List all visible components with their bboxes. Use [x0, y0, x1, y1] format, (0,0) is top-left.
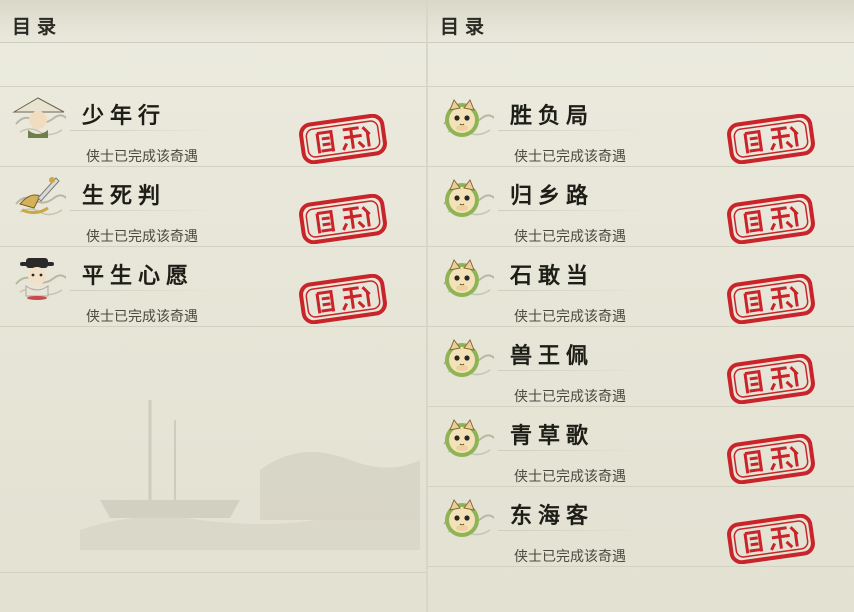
- left-panel-title: 目录: [12, 16, 63, 38]
- completed-stamp-icon: [298, 194, 388, 244]
- entry-name: 石敢当: [510, 263, 595, 289]
- completed-stamp-icon: [726, 514, 816, 564]
- completed-stamp-icon: [298, 274, 388, 324]
- right-directory-panel: 目录 胜负局 侠士已完成该奇遇 归乡路 侠士已完成该奇遇 石敢当 侠士已完成该奇…: [428, 0, 854, 612]
- entry-name: 生死判: [82, 183, 167, 209]
- entry-name: 平生心愿: [82, 263, 195, 289]
- ink-boat-scenery: [80, 400, 420, 550]
- gold-sword-icon: [15, 177, 66, 216]
- entry-status: 侠士已完成该奇遇: [514, 149, 626, 165]
- entry-status: 侠士已完成该奇遇: [86, 149, 198, 165]
- entry-name: 青草歌: [510, 423, 595, 449]
- entry-status: 侠士已完成该奇遇: [514, 389, 626, 405]
- cat-icon: [440, 174, 494, 220]
- entry-status: 侠士已完成该奇遇: [514, 229, 626, 245]
- completed-stamp-icon: [726, 274, 816, 324]
- entry-status: 侠士已完成该奇遇: [514, 469, 626, 485]
- list-item[interactable]: 归乡路 侠士已完成该奇遇: [428, 166, 854, 246]
- list-item[interactable]: 石敢当 侠士已完成该奇遇: [428, 246, 854, 326]
- entry-status: 侠士已完成该奇遇: [86, 309, 198, 325]
- official-figure-icon: [15, 258, 66, 300]
- list-item[interactable]: 少年行 侠士已完成该奇遇: [0, 86, 426, 166]
- left-panel-header: 目录: [0, 0, 426, 43]
- left-directory-panel: 目录 少年行 侠士已完成该奇遇 生死判 侠士已完成该奇遇 平生心愿 侠士已完成该…: [0, 0, 426, 612]
- cat-icon: [440, 94, 494, 140]
- right-panel-header: 目录: [428, 0, 854, 43]
- list-item[interactable]: 青草歌 侠士已完成该奇遇: [428, 406, 854, 486]
- right-panel-title: 目录: [440, 16, 491, 38]
- divider: [428, 566, 854, 567]
- entry-name: 兽王佩: [510, 343, 595, 369]
- divider: [0, 572, 426, 573]
- list-item[interactable]: 东海客 侠士已完成该奇遇: [428, 486, 854, 566]
- list-item[interactable]: 胜负局 侠士已完成该奇遇: [428, 86, 854, 166]
- completed-stamp-icon: [726, 434, 816, 484]
- entry-status: 侠士已完成该奇遇: [86, 229, 198, 245]
- cat-icon: [440, 494, 494, 540]
- list-item[interactable]: 兽王佩 侠士已完成该奇遇: [428, 326, 854, 406]
- scholar-hat-icon: [12, 97, 66, 138]
- completed-stamp-icon: [298, 114, 388, 164]
- entry-name: 少年行: [82, 103, 167, 129]
- entry-status: 侠士已完成该奇遇: [514, 549, 626, 565]
- list-item[interactable]: 平生心愿 侠士已完成该奇遇: [0, 246, 426, 326]
- divider: [0, 326, 426, 327]
- cat-icon: [440, 254, 494, 300]
- entry-name: 归乡路: [510, 183, 595, 209]
- entry-status: 侠士已完成该奇遇: [514, 309, 626, 325]
- list-item[interactable]: 生死判 侠士已完成该奇遇: [0, 166, 426, 246]
- completed-stamp-icon: [726, 194, 816, 244]
- entry-name: 胜负局: [510, 103, 595, 129]
- cat-icon: [440, 334, 494, 380]
- cat-icon: [440, 414, 494, 460]
- entry-name: 东海客: [510, 503, 595, 529]
- completed-stamp-icon: [726, 114, 816, 164]
- completed-stamp-icon: [726, 354, 816, 404]
